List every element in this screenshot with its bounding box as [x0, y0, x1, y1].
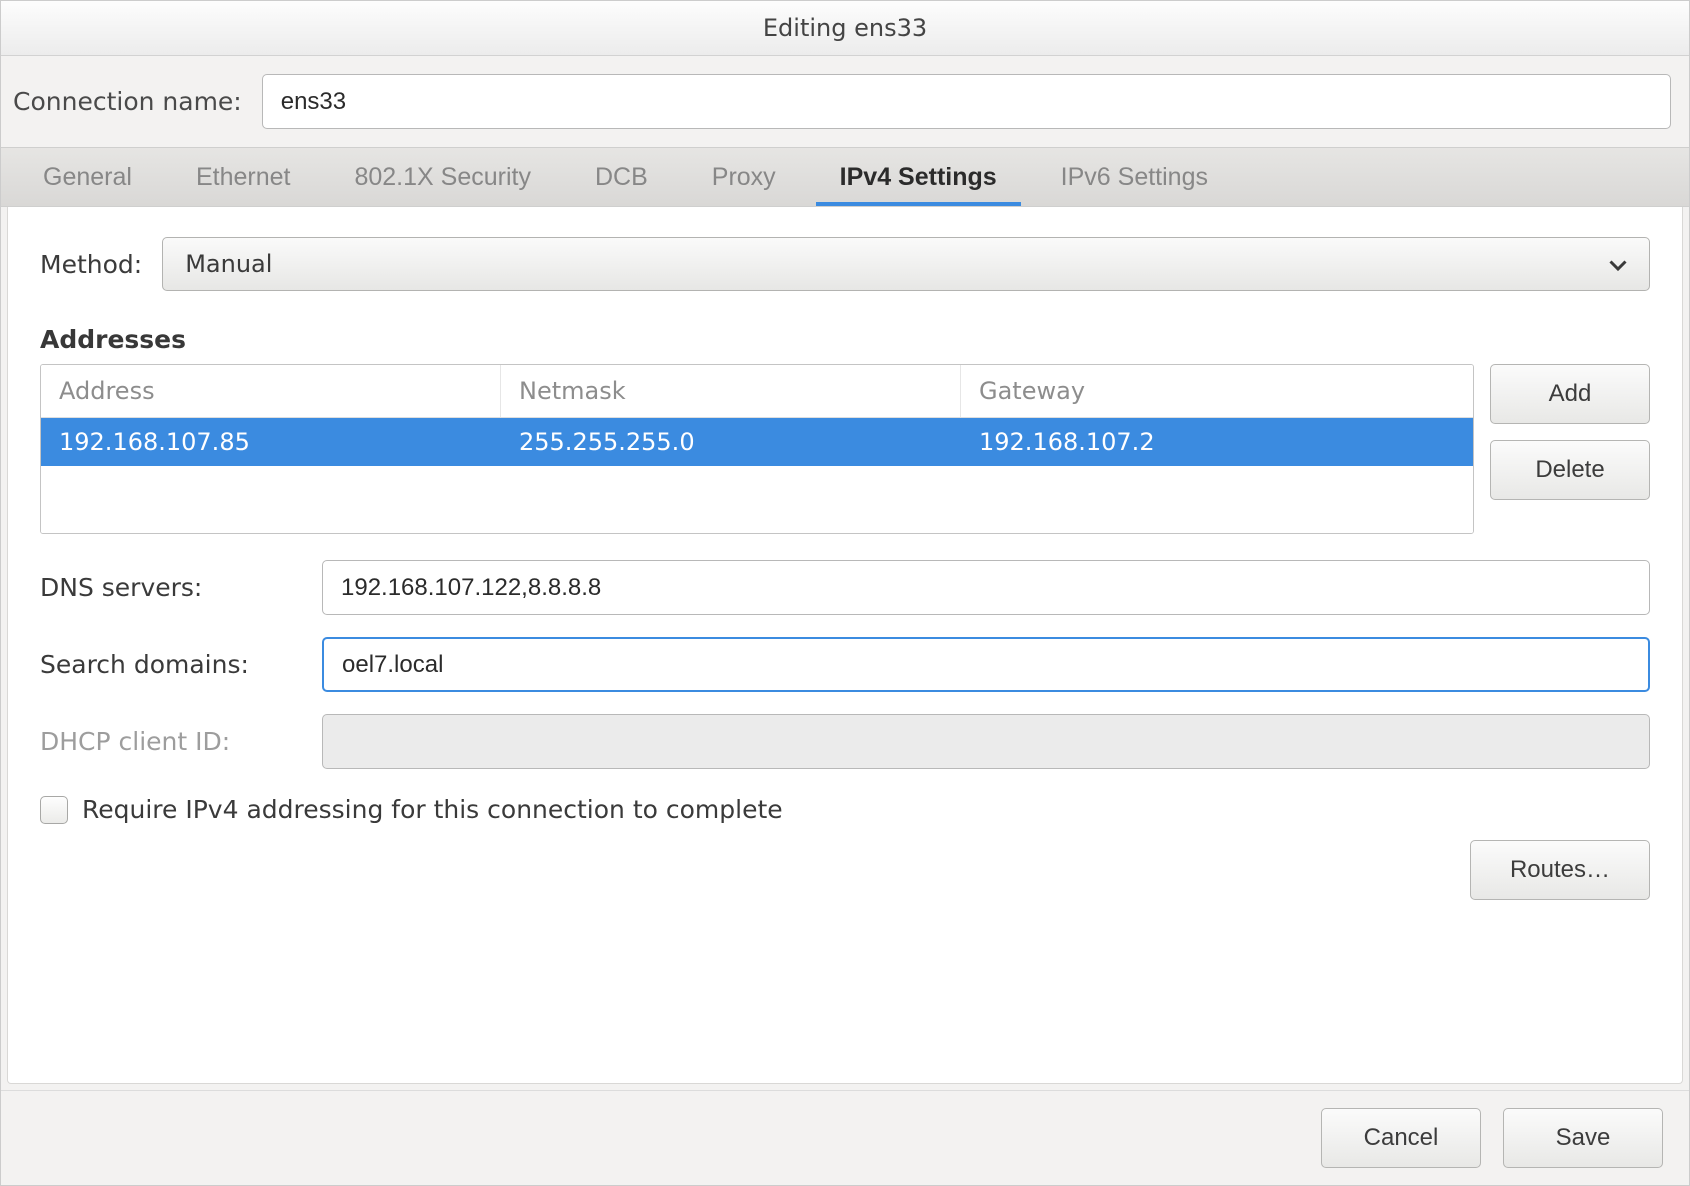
dhcp-client-id-row: DHCP client ID: — [40, 714, 1650, 769]
connection-name-row: Connection name: — [1, 56, 1689, 147]
tab-ipv6-label: IPv6 Settings — [1061, 163, 1208, 192]
routes-button[interactable]: Routes… — [1470, 840, 1650, 900]
require-ipv4-checkbox[interactable] — [40, 796, 68, 824]
tab-ethernet-label: Ethernet — [196, 163, 291, 192]
tab-general-label: General — [43, 163, 132, 192]
tab-ethernet[interactable]: Ethernet — [164, 148, 323, 206]
dns-servers-row: DNS servers: — [40, 560, 1650, 615]
method-row: Method: Manual — [40, 237, 1650, 291]
tab-bar: General Ethernet 802.1X Security DCB Pro… — [1, 147, 1689, 207]
table-row[interactable]: 192.168.107.85 255.255.255.0 192.168.107… — [41, 418, 1473, 466]
dns-servers-label: DNS servers: — [40, 573, 300, 602]
addresses-table[interactable]: Address Netmask Gateway 192.168.107.85 2… — [40, 364, 1474, 534]
tab-proxy-label: Proxy — [712, 163, 776, 192]
cell-netmask[interactable]: 255.255.255.0 — [501, 418, 961, 466]
connection-name-label: Connection name: — [13, 87, 242, 116]
ipv4-settings-panel: Method: Manual Addresses Address Netmask… — [7, 207, 1683, 1084]
window-title-text: Editing ens33 — [763, 14, 927, 42]
dialog-footer: Cancel Save — [1, 1090, 1689, 1185]
tab-8021x-label: 802.1X Security — [354, 163, 531, 192]
tab-ipv4-settings[interactable]: IPv4 Settings — [808, 148, 1029, 206]
dns-servers-input[interactable] — [322, 560, 1650, 615]
tab-8021x-security[interactable]: 802.1X Security — [322, 148, 563, 206]
cell-address[interactable]: 192.168.107.85 — [41, 418, 501, 466]
add-button[interactable]: Add — [1490, 364, 1650, 424]
addresses-heading: Addresses — [40, 325, 1650, 354]
col-header-gateway[interactable]: Gateway — [961, 365, 1473, 417]
tab-ipv4-label: IPv4 Settings — [840, 163, 997, 192]
connection-name-input[interactable] — [262, 74, 1671, 129]
addresses-empty-area[interactable] — [41, 466, 1473, 533]
chevron-down-icon — [1609, 250, 1627, 278]
dhcp-client-id-label: DHCP client ID: — [40, 727, 300, 756]
tab-dcb-label: DCB — [595, 163, 648, 192]
addresses-buttons: Add Delete — [1490, 364, 1650, 534]
require-ipv4-row: Require IPv4 addressing for this connect… — [40, 795, 1650, 824]
tab-dcb[interactable]: DCB — [563, 148, 680, 206]
method-label: Method: — [40, 250, 142, 279]
addresses-header-row: Address Netmask Gateway — [41, 365, 1473, 418]
search-domains-input[interactable] — [322, 637, 1650, 692]
addresses-block: Address Netmask Gateway 192.168.107.85 2… — [40, 364, 1650, 534]
col-header-netmask[interactable]: Netmask — [501, 365, 961, 417]
dhcp-client-id-input — [322, 714, 1650, 769]
tab-general[interactable]: General — [11, 148, 164, 206]
tab-proxy[interactable]: Proxy — [680, 148, 808, 206]
delete-button[interactable]: Delete — [1490, 440, 1650, 500]
window-title: Editing ens33 — [1, 1, 1689, 56]
network-editor-window: Editing ens33 Connection name: General E… — [0, 0, 1690, 1186]
col-header-address[interactable]: Address — [41, 365, 501, 417]
search-domains-label: Search domains: — [40, 650, 300, 679]
tab-ipv6-settings[interactable]: IPv6 Settings — [1029, 148, 1240, 206]
routes-row: Routes… — [40, 840, 1650, 900]
save-button[interactable]: Save — [1503, 1108, 1663, 1168]
method-dropdown[interactable]: Manual — [162, 237, 1650, 291]
cancel-button[interactable]: Cancel — [1321, 1108, 1481, 1168]
require-ipv4-label: Require IPv4 addressing for this connect… — [82, 795, 783, 824]
content-spacer — [40, 900, 1650, 1063]
search-domains-row: Search domains: — [40, 637, 1650, 692]
method-value: Manual — [185, 250, 272, 278]
cell-gateway[interactable]: 192.168.107.2 — [961, 418, 1473, 466]
